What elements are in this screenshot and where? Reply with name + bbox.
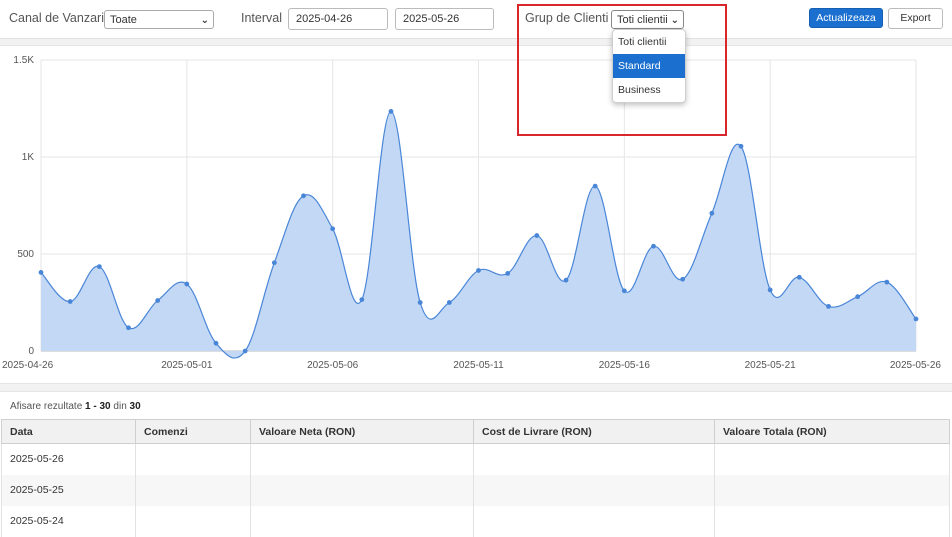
column-header-net-value[interactable]: Valoare Neta (RON)	[250, 419, 474, 444]
table-row: 2025-05-25	[1, 474, 950, 506]
cell-total-value	[714, 443, 950, 475]
channel-select-value: Toate	[110, 14, 137, 26]
data-point	[505, 271, 511, 276]
data-point	[330, 226, 336, 232]
data-point	[738, 143, 744, 149]
cell-date: 2025-05-25	[1, 474, 136, 506]
x-tick-label: 2025-05-11	[453, 360, 504, 371]
x-tick-label: 2025-05-06	[307, 360, 359, 371]
export-button[interactable]: Export	[888, 8, 943, 29]
data-point	[913, 316, 919, 322]
column-header-date[interactable]: Data	[1, 419, 136, 444]
cell-date: 2025-05-26	[1, 443, 136, 475]
results-prefix: Afisare rezultate	[10, 401, 83, 412]
option-standard[interactable]: Standard	[613, 54, 685, 78]
y-tick-label: 1K	[22, 152, 35, 163]
y-tick-label: 0	[28, 346, 34, 357]
results-panel: Afisare rezultate 1 - 30 din 30 Data Com…	[0, 391, 952, 537]
data-point	[826, 303, 831, 309]
cell-total-value	[714, 505, 950, 537]
y-tick-label: 500	[17, 249, 34, 260]
date-from-input[interactable]: 2025-04-26	[288, 8, 388, 30]
column-header-total-value[interactable]: Valoare Totala (RON)	[714, 419, 950, 444]
cell-orders	[135, 443, 251, 475]
cell-shipping-cost	[473, 505, 715, 537]
cell-net-value	[250, 443, 474, 475]
table-header-row: Data Comenzi Valoare Neta (RON) Cost de …	[1, 419, 950, 444]
data-point	[709, 210, 715, 216]
data-point	[534, 233, 540, 238]
data-point	[38, 270, 44, 275]
cell-date: 2025-05-24	[1, 505, 136, 537]
update-button[interactable]: Actualizeaza	[809, 8, 883, 28]
cell-shipping-cost	[473, 474, 715, 506]
results-table: Data Comenzi Valoare Neta (RON) Cost de …	[1, 419, 950, 537]
column-header-orders[interactable]: Comenzi	[135, 419, 251, 444]
data-point	[621, 288, 627, 294]
data-point	[126, 325, 131, 331]
cell-orders	[135, 474, 251, 506]
data-point	[417, 300, 423, 305]
cell-shipping-cost	[473, 443, 715, 475]
data-point	[67, 299, 73, 304]
table-row: 2025-05-24	[1, 505, 950, 537]
data-point	[242, 348, 248, 354]
data-point	[155, 298, 161, 303]
results-total: 30	[129, 401, 141, 412]
client-group-select-value: Toti clientii	[617, 14, 668, 26]
data-point	[388, 109, 394, 114]
cell-total-value	[714, 474, 950, 506]
data-point	[446, 300, 452, 305]
column-header-shipping-cost[interactable]: Cost de Livrare (RON)	[473, 419, 715, 444]
data-point	[855, 294, 861, 300]
data-point	[592, 183, 598, 189]
client-group-select[interactable]: Toti clientii ⌄	[611, 10, 684, 29]
data-point	[476, 268, 481, 273]
date-to-input[interactable]: 2025-05-26	[395, 8, 494, 30]
client-group-label: Grup de Clienti	[525, 11, 609, 25]
data-point	[359, 297, 365, 302]
y-tick-label: 1.5K	[13, 55, 34, 66]
channel-select[interactable]: Toate ⌄	[104, 10, 214, 29]
data-point	[884, 279, 890, 285]
data-point	[96, 264, 102, 270]
orders-chart: 0 500 1K 1.5K 2025-04-26 2025-05-01 2025-05-06…	[2, 55, 942, 371]
results-summary: Afisare rezultate 1 - 30 din 30	[10, 401, 141, 412]
chevron-down-icon: ⌄	[200, 15, 209, 26]
results-of: din	[113, 401, 127, 412]
cell-orders	[135, 505, 251, 537]
table-row: 2025-05-26	[1, 443, 950, 475]
chevron-down-icon: ⌄	[670, 15, 679, 26]
x-tick-label: 2025-05-01	[161, 360, 213, 371]
results-range: 1 - 30	[85, 401, 111, 412]
client-group-dropdown: Toti clientii Standard Business	[612, 29, 686, 103]
x-tick-label: 2025-05-16	[599, 360, 651, 371]
x-tick-label: 2025-05-26	[890, 360, 942, 371]
data-point	[271, 260, 277, 266]
x-tick-label: 2025-05-21	[745, 360, 797, 371]
chart-panel: 0 500 1K 1.5K 2025-04-26 2025-05-01 2025-05-06…	[0, 45, 952, 384]
interval-label: Interval	[241, 11, 282, 25]
option-all-clients[interactable]: Toti clientii	[613, 30, 685, 54]
data-point	[563, 277, 569, 283]
data-point	[213, 340, 219, 346]
data-point	[680, 276, 686, 282]
data-point	[796, 274, 802, 280]
data-point	[651, 243, 656, 249]
x-tick-label: 2025-04-26	[2, 360, 54, 371]
data-point	[767, 287, 773, 293]
option-business[interactable]: Business	[613, 78, 685, 102]
data-point	[301, 193, 306, 199]
data-point	[184, 281, 190, 287]
channel-label: Canal de Vanzari	[9, 11, 104, 25]
cell-net-value	[250, 474, 474, 506]
cell-net-value	[250, 505, 474, 537]
filter-bar: Canal de Vanzari Toate ⌄ Interval 2025-0…	[0, 0, 952, 39]
